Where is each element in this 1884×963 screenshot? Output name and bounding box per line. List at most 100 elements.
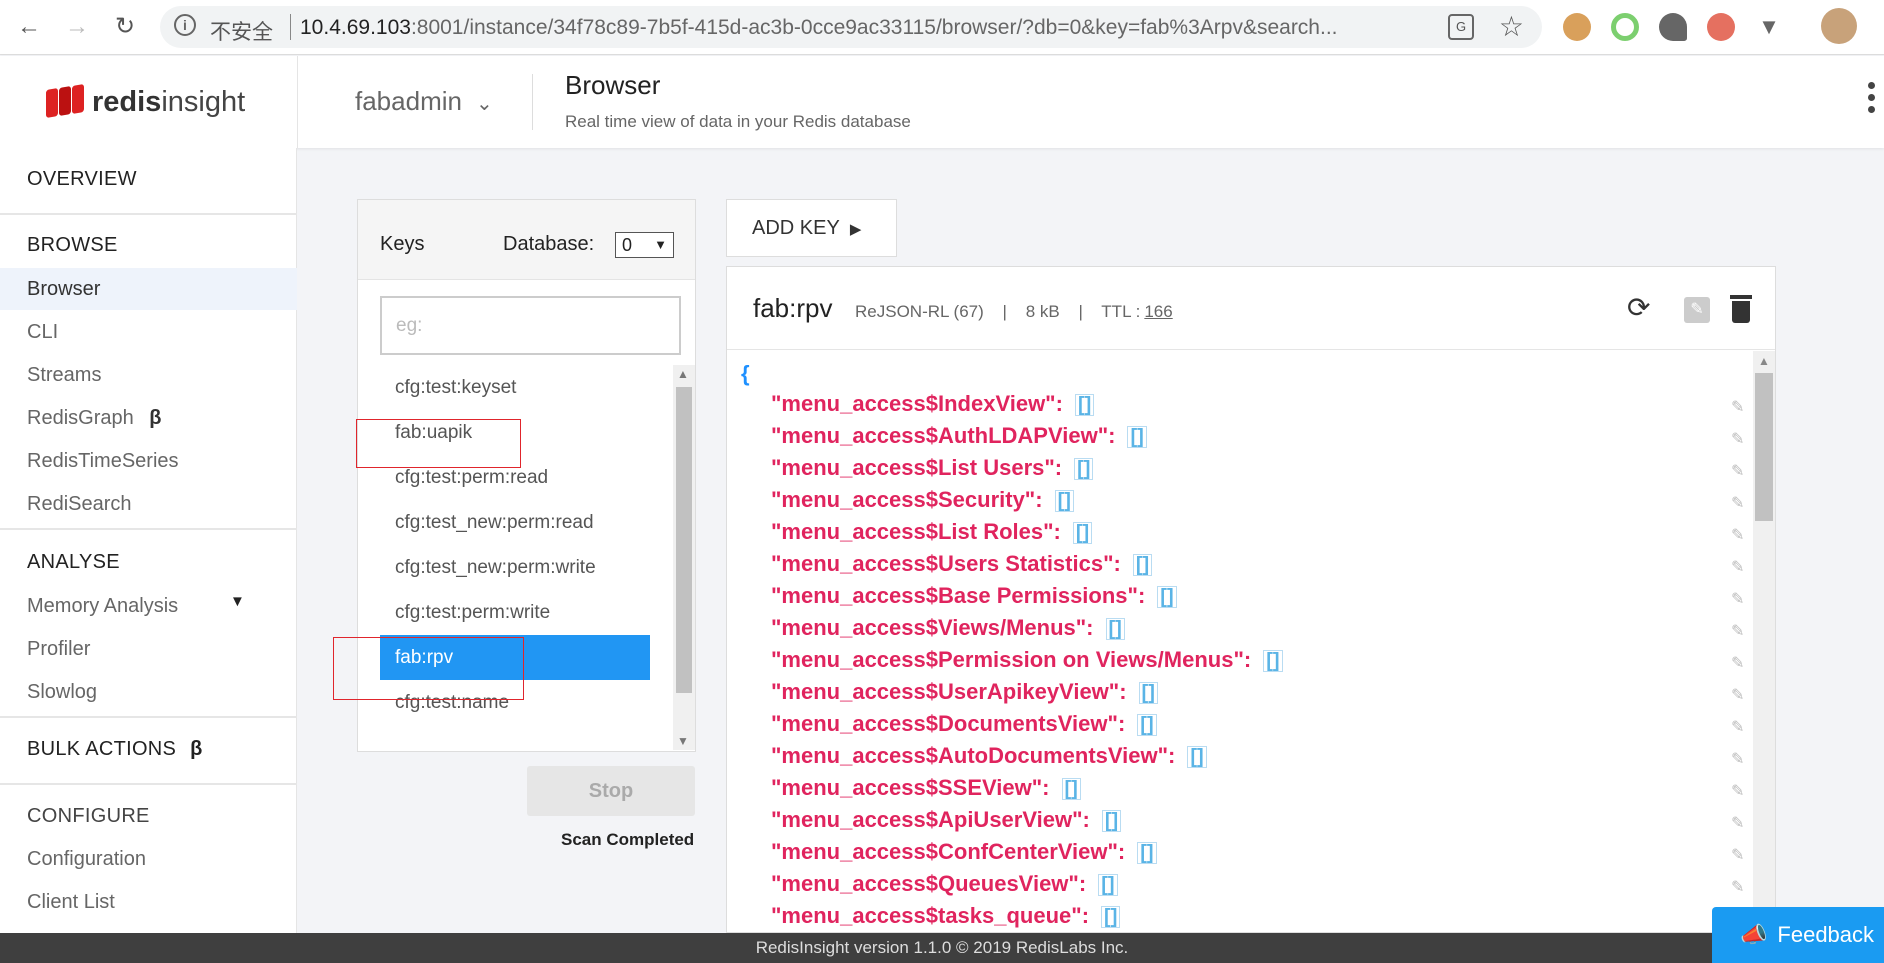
json-value[interactable]: [] bbox=[1061, 778, 1081, 800]
json-value[interactable]: [] bbox=[1157, 586, 1177, 608]
json-key: "menu_access$AutoDocumentsView": bbox=[771, 743, 1176, 768]
sidebar-item-redisearch[interactable]: RediSearch bbox=[27, 493, 132, 516]
url-text[interactable]: 10.4.69.103:8001/instance/34f78c89-7b5f-… bbox=[300, 16, 1338, 40]
chevron-down-icon: ⌄ bbox=[475, 93, 493, 115]
json-value[interactable]: [] bbox=[1074, 394, 1095, 416]
edit-pencil-icon[interactable]: ✎ bbox=[1731, 783, 1744, 800]
megaphone-icon: 📣 bbox=[1740, 922, 1768, 947]
json-value[interactable]: [] bbox=[1263, 650, 1283, 672]
json-value[interactable]: [] bbox=[1127, 426, 1147, 448]
json-value[interactable]: [] bbox=[1074, 458, 1094, 480]
key-list-item[interactable]: cfg:test_new:perm:read bbox=[380, 500, 650, 545]
edit-pencil-icon[interactable]: ✎ bbox=[1731, 495, 1744, 512]
edit-pencil-icon[interactable]: ✎ bbox=[1731, 463, 1744, 480]
sidebar-item-overview[interactable]: OVERVIEW bbox=[27, 168, 137, 191]
redisinsight-logo[interactable]: redisinsight bbox=[46, 82, 245, 122]
sidebar-divider bbox=[0, 213, 297, 215]
json-scrollbar[interactable]: ▲ bbox=[1753, 351, 1775, 932]
sidebar-item-profiler[interactable]: Profiler bbox=[27, 638, 90, 661]
json-entry: "menu_access$Base Permissions":[]✎🗑 bbox=[771, 583, 1773, 615]
edit-pencil-icon[interactable]: ✎ bbox=[1731, 431, 1744, 448]
json-key: "menu_access$Views/Menus": bbox=[771, 615, 1094, 640]
avatar[interactable] bbox=[1821, 8, 1857, 44]
scroll-up-arrow-icon[interactable]: ▲ bbox=[1758, 354, 1770, 368]
json-value[interactable]: [] bbox=[1054, 490, 1074, 512]
json-value[interactable]: [] bbox=[1105, 618, 1125, 640]
edit-pencil-icon[interactable]: ✎ bbox=[1731, 815, 1744, 832]
json-value[interactable]: [] bbox=[1098, 874, 1118, 896]
key-list-item[interactable]: cfg:test:perm:write bbox=[380, 590, 650, 635]
sidebar-item-slowlog[interactable]: Slowlog bbox=[27, 681, 97, 704]
scrollbar-thumb[interactable] bbox=[676, 387, 692, 693]
edit-pencil-icon[interactable]: ✎ bbox=[1731, 655, 1744, 672]
browser-chrome: ← → ↻ i 不安全 10.4.69.103:8001/instance/34… bbox=[0, 0, 1884, 55]
stop-scan-button[interactable]: Stop bbox=[527, 766, 695, 816]
json-value[interactable]: [] bbox=[1137, 842, 1157, 864]
json-value[interactable]: [] bbox=[1187, 746, 1207, 768]
circle-extension-icon[interactable] bbox=[1611, 13, 1639, 41]
json-value[interactable]: [] bbox=[1137, 714, 1157, 736]
translate-icon[interactable]: G bbox=[1448, 14, 1474, 40]
header-divider bbox=[532, 74, 533, 130]
sidebar-heading-browse: BROWSE bbox=[27, 234, 118, 256]
database-selector[interactable]: fabadmin ⌄ bbox=[355, 86, 493, 117]
bookmark-star-icon[interactable]: ☆ bbox=[1499, 10, 1524, 43]
key-list-item[interactable]: cfg:test:keyset bbox=[380, 365, 650, 410]
vue-extension-icon[interactable]: ▼ bbox=[1755, 13, 1783, 41]
edit-pencil-icon[interactable]: ✎ bbox=[1731, 719, 1744, 736]
json-value[interactable]: [] bbox=[1138, 682, 1158, 704]
key-name: fab:rpv bbox=[753, 293, 833, 323]
cookie-extension-icon[interactable] bbox=[1563, 13, 1591, 41]
more-menu-icon[interactable] bbox=[1868, 82, 1876, 113]
scroll-down-arrow-icon[interactable]: ▼ bbox=[677, 734, 689, 748]
json-entry: "menu_access$SSEView":[]✎🗑 bbox=[771, 775, 1773, 807]
page-subtitle: Real time view of data in your Redis dat… bbox=[565, 112, 911, 131]
database-number-select[interactable]: 0 ▼ bbox=[615, 232, 674, 258]
feedback-button[interactable]: 📣 Feedback bbox=[1712, 907, 1884, 963]
json-value[interactable]: [] bbox=[1101, 906, 1121, 928]
key-details-header: fab:rpv ReJSON-RL (67) | 8 kB | TTL :166… bbox=[727, 267, 1775, 350]
key-search-input[interactable] bbox=[382, 298, 679, 353]
info-icon[interactable]: i bbox=[174, 14, 196, 36]
key-list-scrollbar[interactable]: ▲ ▼ bbox=[673, 365, 695, 750]
key-metadata: ReJSON-RL (67) | 8 kB | TTL :166 bbox=[855, 302, 1187, 322]
network-extension-icon[interactable] bbox=[1707, 13, 1735, 41]
edit-pencil-icon[interactable]: ✎ bbox=[1731, 687, 1744, 704]
sidebar-item-client-list[interactable]: Client List bbox=[27, 891, 115, 914]
refresh-icon[interactable]: ⟳ bbox=[1627, 291, 1650, 324]
shield-extension-icon[interactable] bbox=[1659, 13, 1687, 41]
caret-right-icon: ▶ bbox=[849, 221, 862, 238]
json-value[interactable]: [] bbox=[1072, 522, 1093, 544]
edit-pencil-icon[interactable]: ✎ bbox=[1731, 591, 1744, 608]
sidebar-item-redistimeseries[interactable]: RedisTimeSeries bbox=[27, 450, 179, 473]
scrollbar-thumb[interactable] bbox=[1755, 373, 1773, 521]
back-arrow-icon[interactable]: ← bbox=[14, 10, 44, 44]
sidebar-item-configuration[interactable]: Configuration bbox=[27, 848, 146, 871]
forward-arrow-icon[interactable]: → bbox=[62, 10, 92, 44]
edit-pencil-icon[interactable]: ✎ bbox=[1731, 751, 1744, 768]
sidebar-item-memory-analysis[interactable]: Memory Analysis ▼ bbox=[27, 593, 245, 618]
edit-pencil-icon[interactable]: ✎ bbox=[1731, 559, 1744, 576]
sidebar-item-bulk-actions[interactable]: BULK ACTIONS β bbox=[27, 738, 203, 761]
json-value[interactable]: [] bbox=[1132, 554, 1153, 576]
sidebar-item-cli[interactable]: CLI bbox=[27, 321, 58, 344]
edit-pencil-icon[interactable]: ✎ bbox=[1731, 399, 1744, 416]
key-list-item[interactable]: cfg:test_new:perm:write bbox=[380, 545, 650, 590]
json-value[interactable]: [] bbox=[1101, 810, 1122, 832]
edit-pencil-icon[interactable]: ✎ bbox=[1731, 527, 1744, 544]
key-type: ReJSON-RL (67) bbox=[855, 302, 984, 321]
scan-status: Scan Completed bbox=[561, 830, 695, 849]
edit-pencil-icon[interactable]: ✎ bbox=[1731, 847, 1744, 864]
scroll-up-arrow-icon[interactable]: ▲ bbox=[677, 367, 689, 381]
sidebar-item-browser[interactable]: Browser bbox=[27, 278, 100, 301]
address-bar[interactable]: i 不安全 10.4.69.103:8001/instance/34f78c89… bbox=[160, 6, 1542, 48]
edit-pencil-icon[interactable]: ✎ bbox=[1684, 297, 1710, 323]
ttl-value[interactable]: 166 bbox=[1144, 302, 1172, 321]
sidebar-item-redisgraph[interactable]: RedisGraph β bbox=[27, 407, 162, 430]
add-key-button[interactable]: ADD KEY ▶ bbox=[726, 199, 897, 257]
reload-icon[interactable]: ↻ bbox=[110, 10, 140, 44]
edit-pencil-icon[interactable]: ✎ bbox=[1731, 623, 1744, 640]
delete-trash-icon[interactable] bbox=[1730, 295, 1752, 323]
sidebar-item-streams[interactable]: Streams bbox=[27, 364, 101, 387]
edit-pencil-icon[interactable]: ✎ bbox=[1731, 879, 1744, 896]
